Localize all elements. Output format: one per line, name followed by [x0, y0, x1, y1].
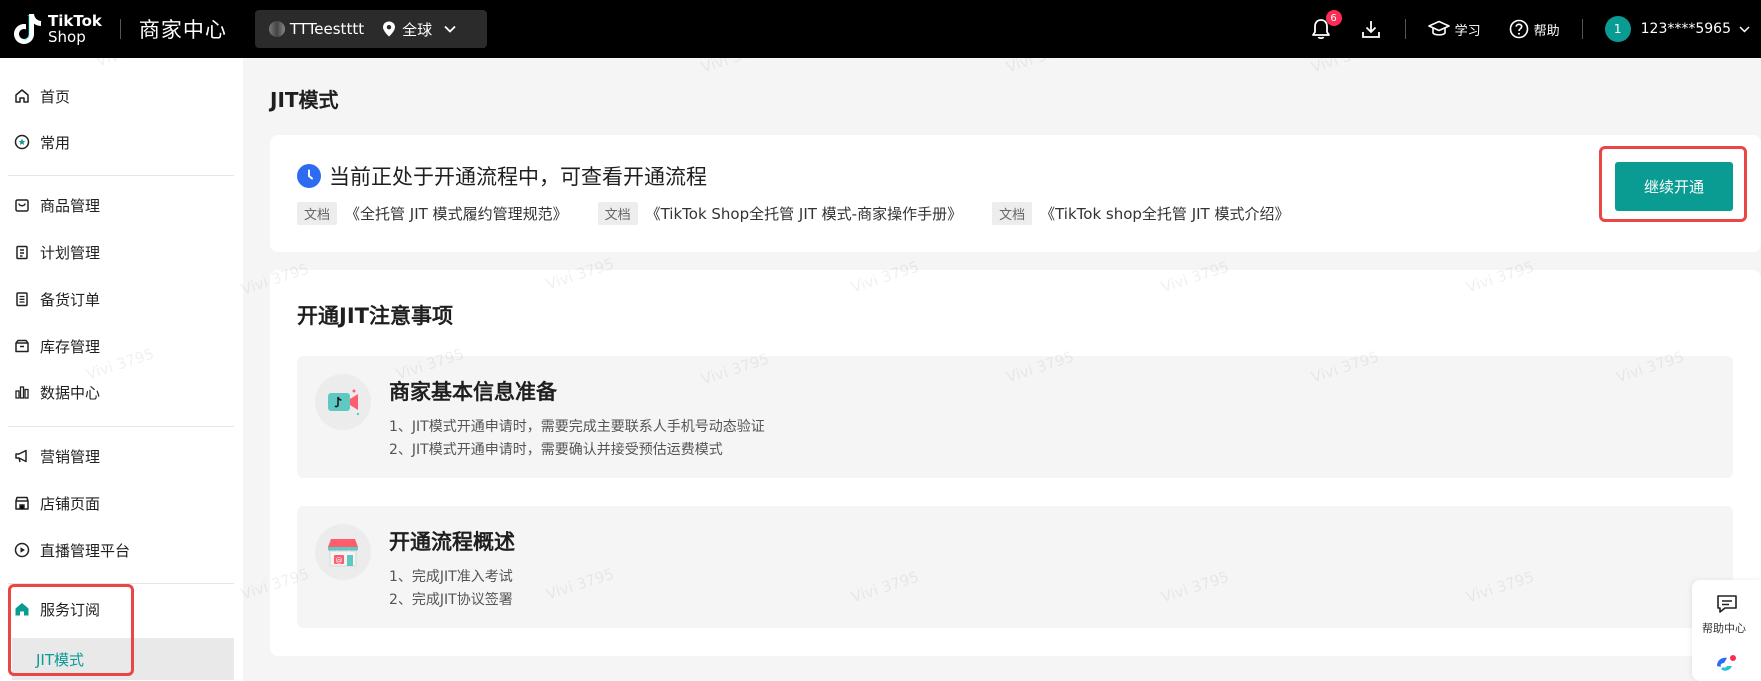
status-card: 当前正处于开通流程中，可查看开通流程 文档 《全托管 JIT 模式履约管理规范》… [270, 135, 1761, 252]
logo-line2: Shop [48, 28, 86, 46]
top-bar: TikTok Shop 商家中心 TTTeestttt 全球 6 学习 帮助 1 [0, 0, 1761, 58]
sidebar-item-data-center[interactable]: 数据中心 [14, 380, 100, 404]
notice-title: 开通流程概述 [389, 530, 515, 554]
shop-avatar [268, 21, 285, 37]
notice-line: 1、完成JIT准入考试 [389, 569, 513, 585]
location-pin-icon [383, 21, 396, 37]
doc-tag: 文档 [992, 202, 1033, 225]
sidebar-item-home[interactable]: 首页 [14, 84, 70, 108]
document-links: 文档 《全托管 JIT 模式履约管理规范》 文档 《TikTok Shop全托管… [297, 202, 1319, 225]
notice-title: 商家基本信息准备 [389, 380, 557, 404]
learn-label: 学习 [1454, 23, 1481, 39]
help-center-label: 帮助中心 [1702, 622, 1746, 635]
sidebar-divider [8, 175, 234, 176]
sidebar-item-favorites[interactable]: 常用 [14, 130, 70, 154]
live-icon [14, 542, 30, 558]
sidebar-item-plans[interactable]: 计划管理 [14, 240, 100, 264]
user-menu[interactable]: 1 123****5965 [1604, 16, 1755, 42]
logo-line1: TikTok [48, 12, 102, 30]
tiktok-shop-logo[interactable]: TikTok Shop [12, 0, 102, 58]
sidebar-item-live-platform[interactable]: 直播管理平台 [14, 538, 130, 562]
doc-tag: 文档 [297, 202, 338, 225]
notice-merchant-info: 商家基本信息准备 1、JIT模式开通申请时，需要完成主要联系人手机号动态验证 2… [297, 356, 1733, 478]
tiktok-logo-icon [14, 14, 41, 44]
highlight-box-sidebar [8, 584, 134, 676]
status-text: 当前正处于开通流程中，可查看开通流程 [329, 165, 707, 189]
sidebar-item-marketing[interactable]: 营销管理 [14, 444, 100, 468]
svg-text:@: @ [336, 557, 343, 565]
sidebar-divider [8, 426, 234, 427]
download-icon [1361, 21, 1380, 38]
sidebar-item-inventory[interactable]: 库存管理 [14, 334, 100, 358]
chevron-down-icon [444, 25, 456, 33]
header-divider [1404, 19, 1406, 39]
doc-tag: 文档 [597, 202, 638, 225]
doc-link-merchant-manual[interactable]: 文档 《TikTok Shop全托管 JIT 模式-商家操作手册》 [597, 202, 962, 225]
app-title: 商家中心 [138, 18, 227, 42]
clipboard-icon [16, 245, 28, 260]
user-name: 123****5965 [1640, 21, 1731, 37]
storefront-icon: @ [315, 524, 371, 580]
header-divider [119, 19, 121, 39]
header-divider [1581, 19, 1583, 39]
avatar: 1 [1604, 16, 1631, 42]
section-title: 开通JIT注意事项 [297, 304, 453, 328]
megaphone-icon [15, 449, 27, 463]
highlight-box-continue [1599, 146, 1747, 222]
learn-link[interactable]: 学习 [1427, 20, 1481, 39]
jit-notes-card: 开通JIT注意事项 商家基本信息准备 1、JIT模式开通申请时，需要完成主要联系… [270, 270, 1761, 656]
doc-link-fulfillment-rules[interactable]: 文档 《全托管 JIT 模式履约管理规范》 [297, 202, 568, 225]
page-title: JIT模式 [270, 88, 339, 112]
notification-bell[interactable]: 6 [1309, 10, 1342, 41]
notice-activation-flow: @ 开通流程概述 1、完成JIT准入考试 2、完成JIT协议签署 [297, 506, 1733, 628]
notice-line: 1、JIT模式开通申请时，需要完成主要联系人手机号动态验证 [389, 419, 765, 435]
chart-icon [15, 386, 29, 399]
sidebar-item-stock-orders[interactable]: 备货订单 [14, 287, 100, 311]
region-label: 全球 [402, 20, 433, 39]
store-icon [15, 496, 29, 510]
inventory-icon [15, 339, 29, 353]
download-button[interactable] [1359, 17, 1383, 41]
document-icon [16, 292, 28, 307]
shop-name: TTTeestttt [289, 20, 365, 38]
clock-icon [297, 164, 321, 188]
sidebar-item-products[interactable]: 商品管理 [14, 193, 100, 217]
help-center-widget[interactable]: 帮助中心 [1692, 580, 1761, 681]
graduation-cap-icon [1427, 20, 1450, 36]
notice-line: 2、JIT模式开通申请时，需要确认并接受预估运费模式 [389, 442, 723, 458]
chat-bubble-icon [1717, 595, 1737, 613]
assistant-icon [1717, 655, 1736, 671]
chevron-down-icon [1739, 25, 1750, 33]
help-link[interactable]: 帮助 [1509, 19, 1560, 39]
sidebar-item-store-page[interactable]: 店铺页面 [14, 491, 100, 515]
notification-badge: 6 [1325, 10, 1342, 26]
shop-region-switcher[interactable]: TTTeestttt 全球 [254, 10, 487, 48]
notice-line: 2、完成JIT协议签署 [389, 592, 513, 608]
product-icon [15, 199, 29, 212]
help-circle-icon [1509, 19, 1528, 39]
help-label: 帮助 [1533, 23, 1560, 39]
doc-link-jit-introduction[interactable]: 文档 《TikTok shop全托管 JIT 模式介绍》 [992, 202, 1289, 225]
star-icon [14, 134, 30, 150]
video-camera-icon [315, 374, 371, 430]
home-icon [15, 89, 29, 103]
